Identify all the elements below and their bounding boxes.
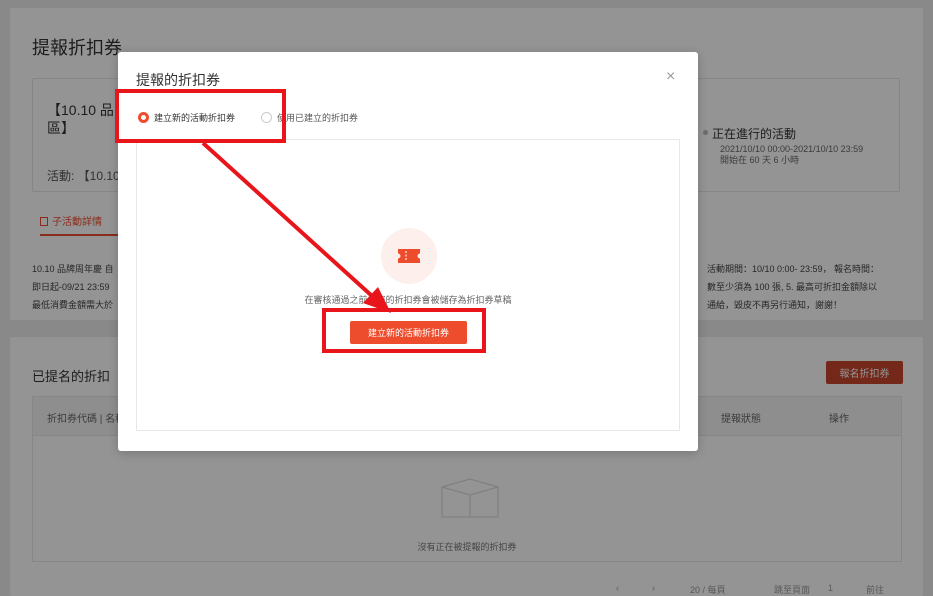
annotation-arrow-icon <box>201 141 391 313</box>
